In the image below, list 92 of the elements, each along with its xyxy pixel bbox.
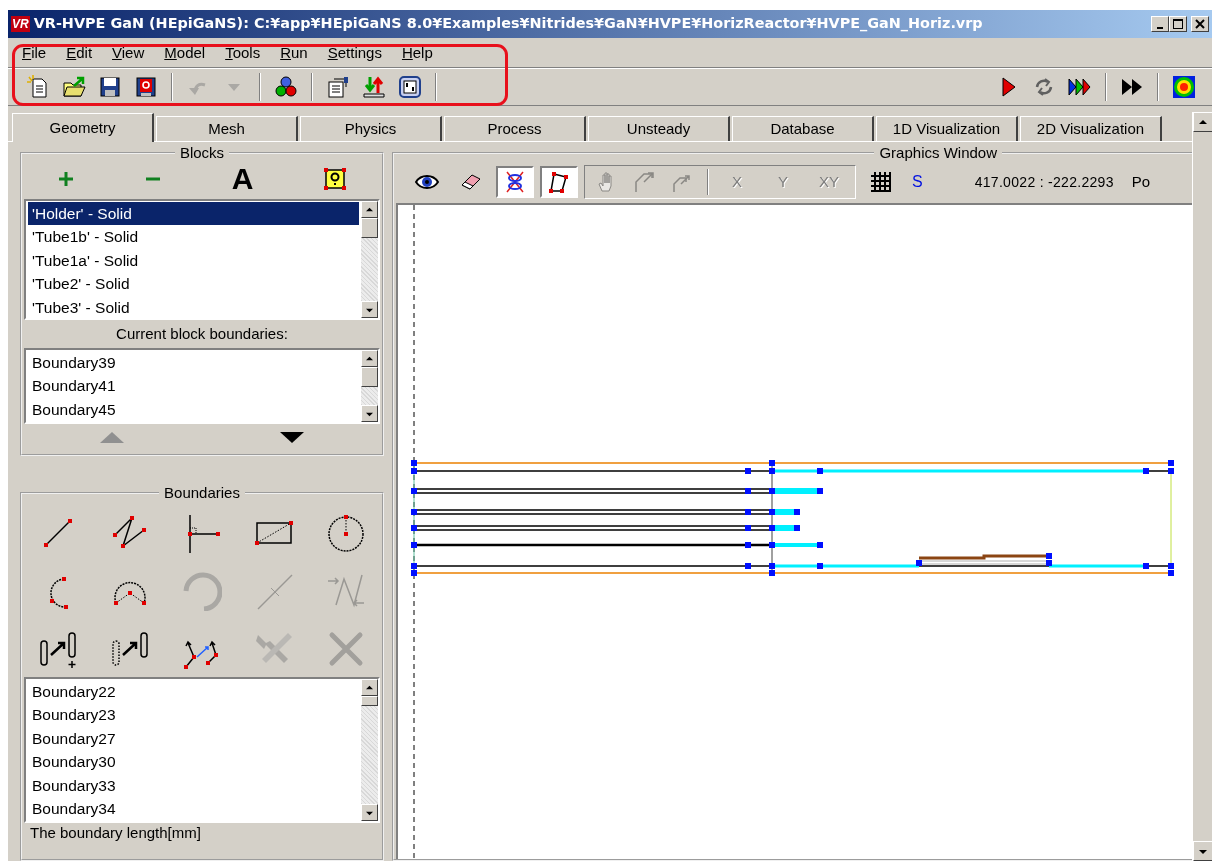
scrollbar[interactable] bbox=[361, 350, 378, 422]
list-item[interactable]: Boundary41 bbox=[28, 374, 359, 398]
import-export-icon bbox=[362, 75, 386, 99]
list-item[interactable]: 'Tube1a' - Solid bbox=[28, 248, 359, 273]
down-arrow-icon bbox=[365, 306, 374, 313]
length-label: The boundary length[mm] bbox=[30, 824, 201, 841]
letter-button[interactable]: A bbox=[231, 164, 254, 194]
menu-item[interactable]: Model bbox=[156, 41, 214, 65]
arc-tool-icon bbox=[182, 571, 222, 611]
tab[interactable]: Process bbox=[444, 116, 586, 141]
tab[interactable]: 2D Visualization bbox=[1020, 116, 1162, 141]
list-item[interactable]: 'Tube3' - Solid bbox=[28, 295, 359, 319]
color-map-icon bbox=[1172, 75, 1196, 99]
tab[interactable]: Mesh bbox=[156, 116, 298, 141]
scroll-up-button[interactable] bbox=[1193, 112, 1212, 132]
section-label: Current block boundaries: bbox=[115, 324, 289, 344]
menu-item[interactable]: Help bbox=[393, 41, 441, 65]
move-down-button[interactable] bbox=[280, 431, 304, 443]
up-arrow-icon bbox=[365, 206, 374, 213]
list-item[interactable]: 'Holder' - Solid bbox=[28, 202, 359, 226]
tab[interactable]: Physics bbox=[300, 116, 442, 141]
toggle-button[interactable] bbox=[540, 166, 578, 198]
list-item[interactable]: Boundary34 bbox=[28, 796, 359, 821]
list-item[interactable]: Boundary45 bbox=[28, 397, 359, 422]
move-shape-icon bbox=[110, 629, 150, 669]
document-icon bbox=[326, 75, 350, 99]
scrollbar[interactable] bbox=[361, 679, 378, 821]
truncated-label: Po bbox=[1131, 171, 1151, 192]
scroll-up-button[interactable] bbox=[361, 201, 378, 218]
tab[interactable]: Geometry bbox=[12, 113, 154, 142]
close-button[interactable] bbox=[1191, 16, 1209, 32]
maximize-button[interactable] bbox=[1169, 16, 1187, 32]
app-logo: VR bbox=[11, 16, 30, 32]
menu-item[interactable]: View bbox=[104, 41, 153, 65]
scroll-down-button[interactable] bbox=[361, 405, 378, 422]
tab[interactable]: Database bbox=[732, 116, 874, 141]
tab[interactable]: Unsteady bbox=[588, 116, 730, 141]
circles-icon bbox=[274, 75, 298, 99]
scroll-thumb[interactable] bbox=[361, 696, 378, 706]
tab[interactable]: 1D Visualization bbox=[876, 116, 1018, 141]
list-item[interactable]: Boundary23 bbox=[28, 703, 359, 727]
scroll-thumb[interactable] bbox=[361, 218, 378, 238]
help-icon bbox=[324, 168, 347, 190]
minimize-button[interactable] bbox=[1151, 16, 1169, 32]
scroll-down-button[interactable] bbox=[361, 301, 378, 318]
close-icon bbox=[1195, 19, 1205, 29]
down-arrow-icon bbox=[365, 410, 374, 417]
window-title: VR-HVPE GaN (HEpiGaNS): C:¥app¥HEpiGaNS 8.0¥Examples¥Nitrides¥GaN¥HVPE¥HorizReactor¥HVPE_GaN_Horiz.vrp bbox=[33, 14, 983, 34]
dropdown-arrow-icon bbox=[228, 83, 240, 91]
copy-shape-icon bbox=[38, 629, 78, 669]
menu-item[interactable]: Run bbox=[272, 41, 316, 65]
list-item[interactable]: Boundary33 bbox=[28, 773, 359, 797]
panel-icon bbox=[398, 75, 422, 99]
scroll-up-button[interactable] bbox=[361, 350, 378, 367]
list-item[interactable]: Boundary39 bbox=[28, 351, 359, 375]
mesh-icon bbox=[503, 170, 527, 194]
toggle-button[interactable] bbox=[496, 166, 534, 198]
scrollbar[interactable] bbox=[1192, 112, 1212, 861]
zoom-arrow-icon bbox=[633, 170, 657, 194]
cursor-coordinates: 417.0022 : -222.2293 bbox=[974, 172, 1114, 192]
menu-item[interactable]: Edit bbox=[58, 41, 101, 65]
list-item[interactable]: 'Tube2' - Solid bbox=[28, 272, 359, 296]
list-item[interactable]: Boundary27 bbox=[28, 726, 359, 751]
help-button[interactable] bbox=[324, 168, 347, 190]
letter-button[interactable]: S bbox=[906, 170, 929, 194]
new-document-icon bbox=[26, 75, 50, 99]
folder-icon bbox=[62, 75, 86, 99]
scrollbar[interactable] bbox=[361, 201, 378, 318]
circle-tool-icon bbox=[326, 513, 366, 553]
scroll-up-button[interactable] bbox=[361, 679, 378, 696]
menu-item[interactable]: Tools bbox=[217, 41, 269, 65]
menu-item[interactable]: File bbox=[14, 41, 55, 65]
up-arrow-icon bbox=[365, 355, 374, 362]
grid-icon bbox=[869, 170, 893, 194]
list-item[interactable]: 'Tube1b' - Solid bbox=[28, 225, 359, 249]
up-triangle-icon bbox=[100, 431, 124, 443]
scroll-down-button[interactable] bbox=[361, 804, 378, 821]
down-triangle-icon bbox=[280, 431, 304, 443]
shape-icon bbox=[547, 170, 571, 194]
down-arrow-icon bbox=[1198, 847, 1208, 855]
up-arrow-icon bbox=[1198, 118, 1208, 126]
list-item[interactable]: Boundary30 bbox=[28, 750, 359, 774]
maximize-icon bbox=[1173, 19, 1183, 29]
plus-icon bbox=[57, 171, 74, 187]
up-arrow-icon bbox=[365, 684, 374, 691]
minimize-icon bbox=[1157, 26, 1163, 29]
scroll-thumb[interactable] bbox=[361, 367, 378, 387]
scroll-down-button[interactable] bbox=[1193, 841, 1212, 861]
down-arrow-icon bbox=[365, 809, 374, 816]
add-button[interactable] bbox=[57, 171, 74, 187]
menu-item[interactable]: Settings bbox=[319, 41, 390, 65]
list-item[interactable]: Boundary22 bbox=[28, 680, 359, 704]
